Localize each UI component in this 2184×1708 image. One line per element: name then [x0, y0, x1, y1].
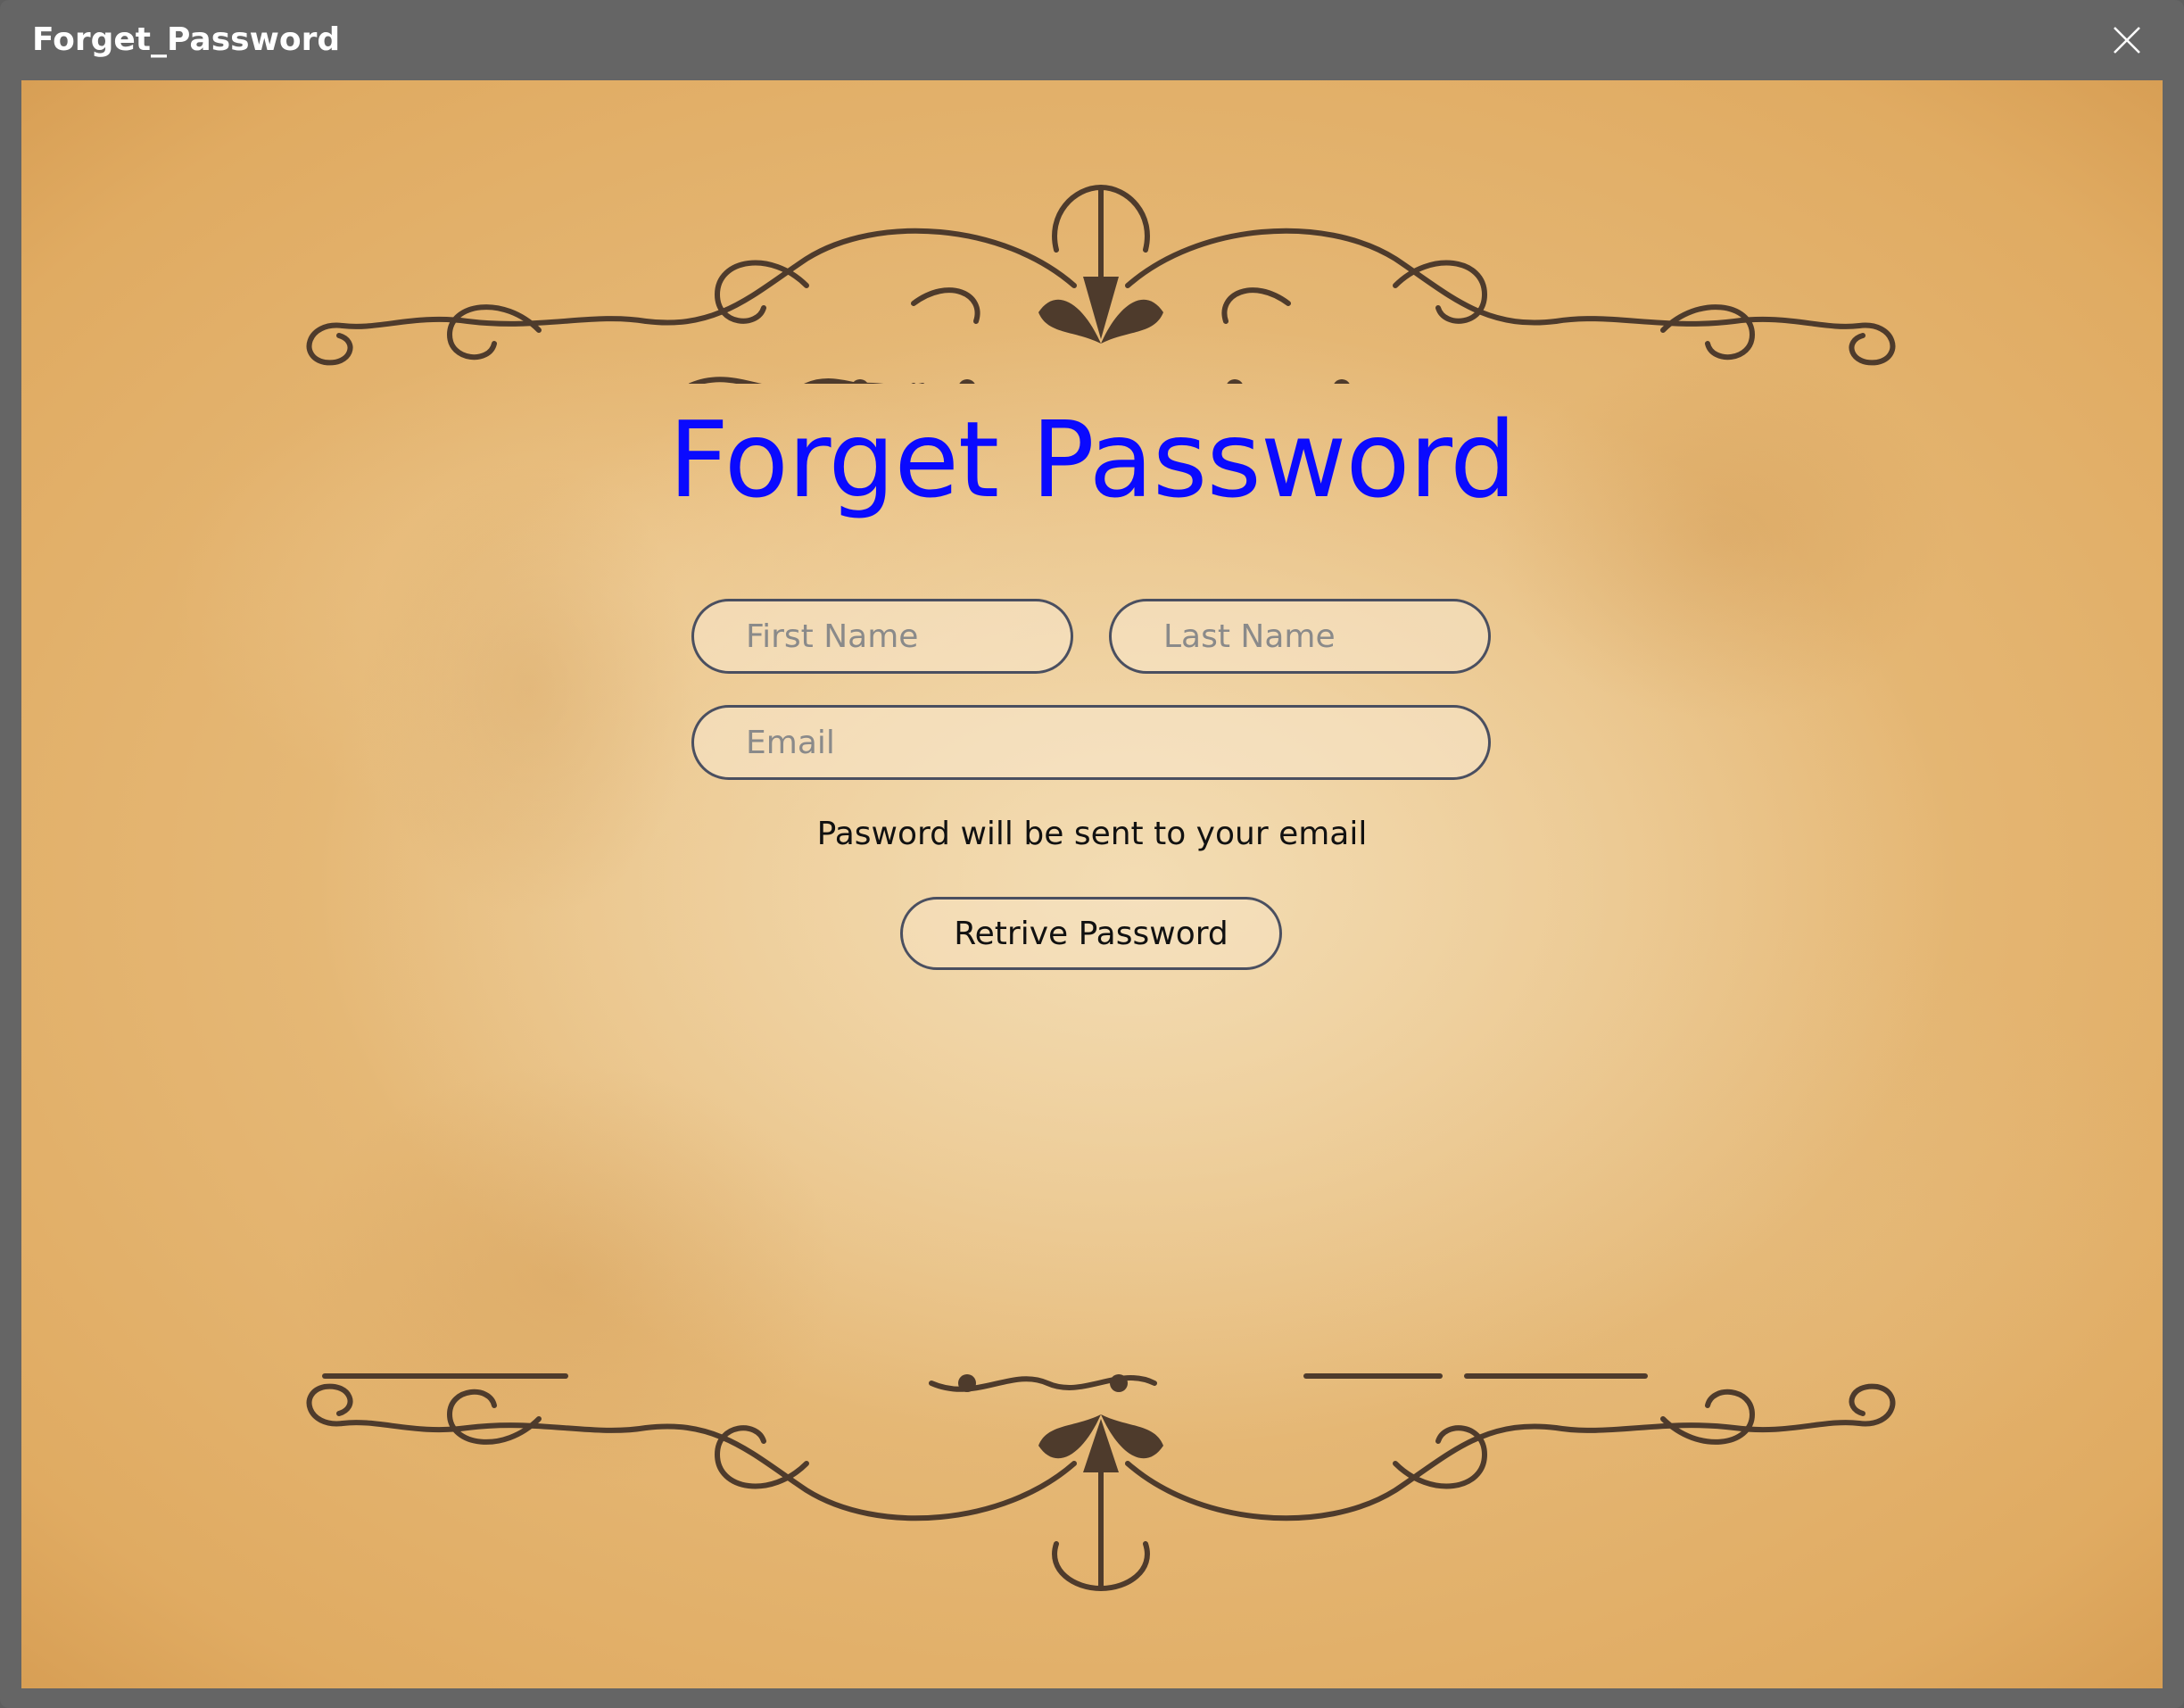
- email-field[interactable]: [691, 705, 1491, 780]
- first-name-field[interactable]: [691, 599, 1073, 674]
- last-name-field[interactable]: [1109, 599, 1491, 674]
- app-window: Forget_Password Forget Password First Na…: [0, 0, 2184, 1708]
- close-button[interactable]: [2102, 18, 2152, 62]
- page-title: Forget Password: [668, 398, 1517, 521]
- email-input[interactable]: [694, 708, 1488, 777]
- first-name-input[interactable]: [694, 601, 1071, 671]
- parchment-background: Forget Password Pasword will be sent to …: [21, 80, 2163, 1688]
- bottom-flourish-ornament: [306, 1373, 1896, 1592]
- window-title: Forget_Password: [32, 21, 341, 58]
- title-bar[interactable]: Forget_Password: [0, 0, 2184, 80]
- retrieve-password-button[interactable]: Retrive Password: [900, 897, 1282, 970]
- top-flourish-ornament: [306, 184, 1896, 384]
- last-name-input[interactable]: [1112, 601, 1488, 671]
- close-icon: [2114, 27, 2140, 54]
- email-hint-text: Pasword will be sent to your email: [816, 816, 1368, 852]
